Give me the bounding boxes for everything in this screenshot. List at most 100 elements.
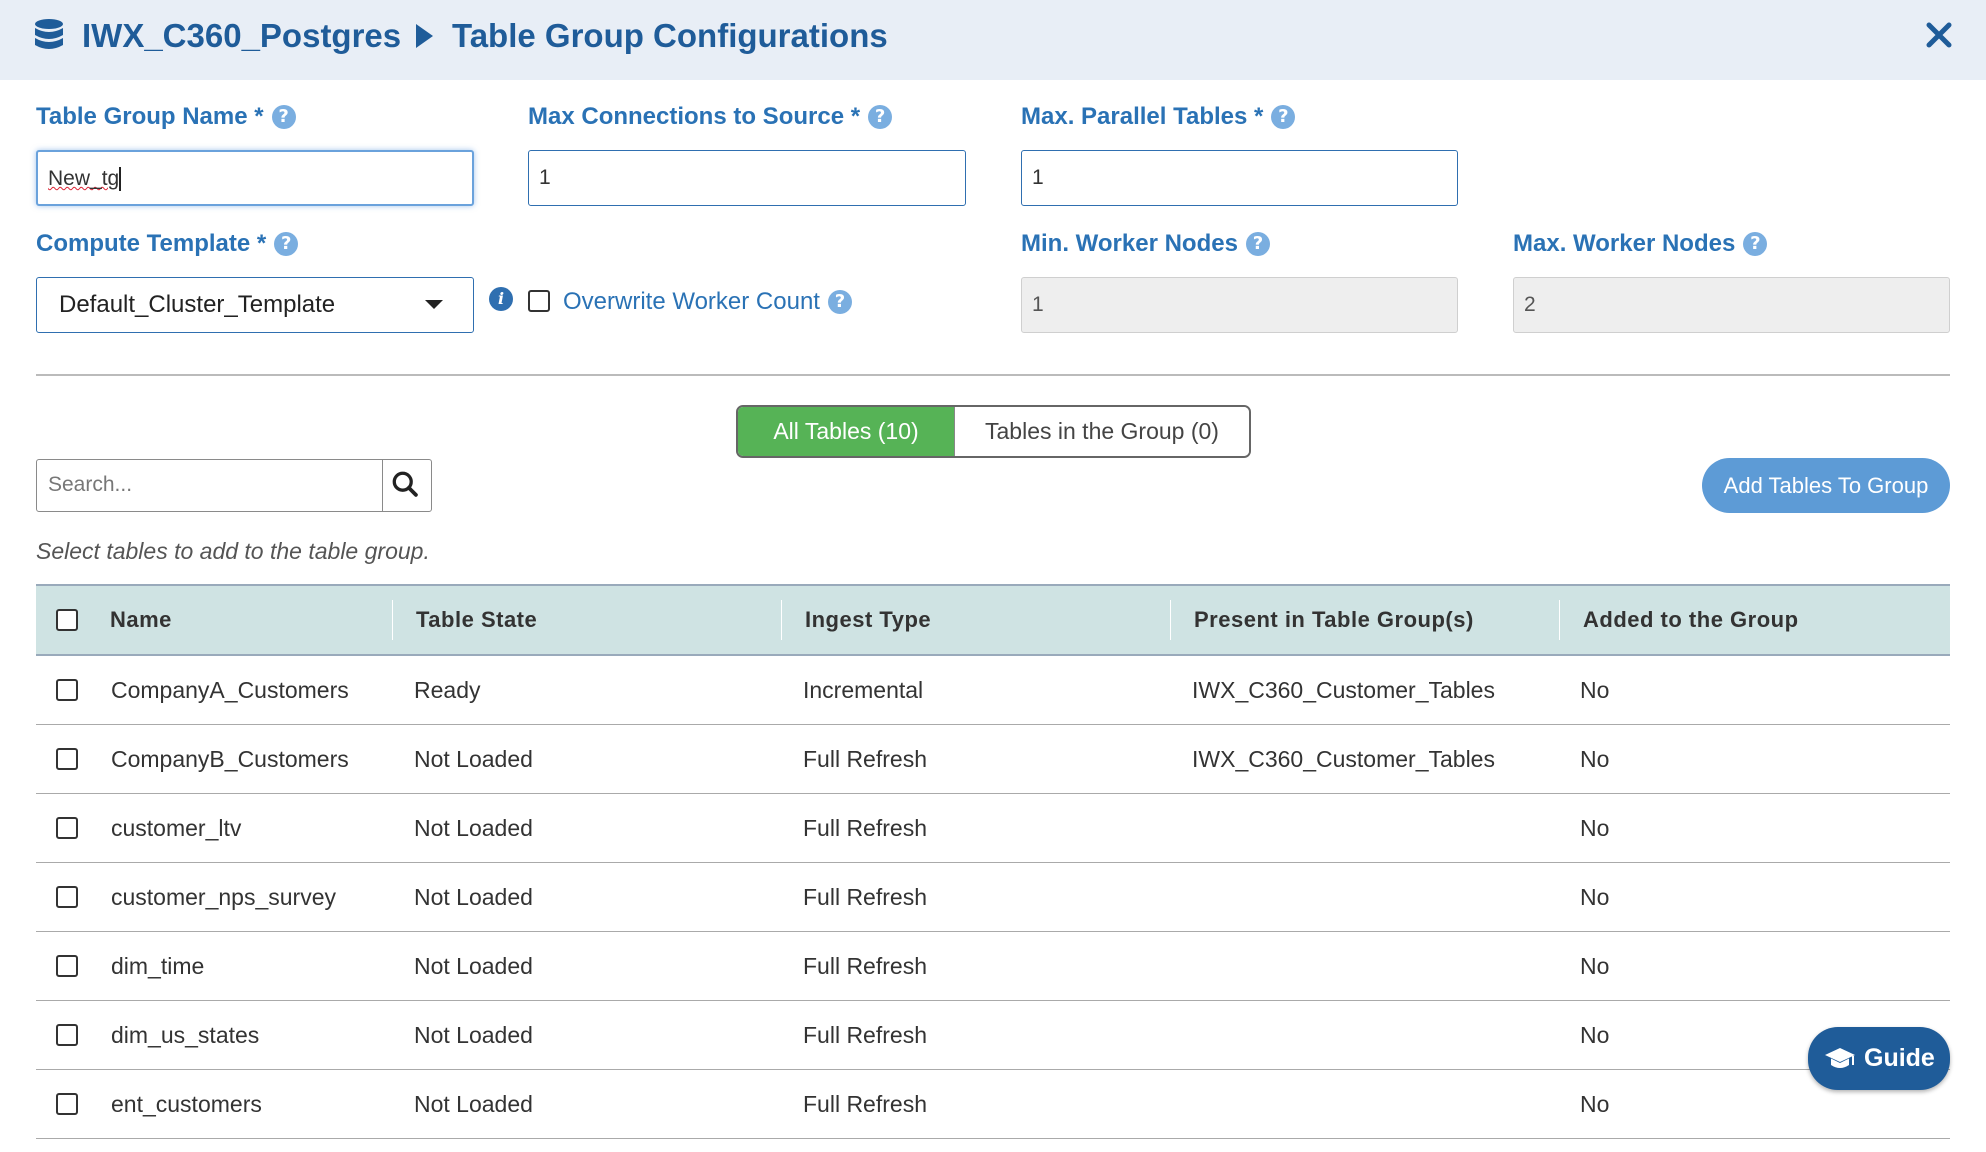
overwrite-worker-count-checkbox[interactable] [528, 290, 550, 312]
question-circle-icon[interactable]: ? [271, 105, 296, 129]
breadcrumb-app-name[interactable]: IWX_C360_Postgres [82, 14, 401, 58]
table-group-name-value: New_tg [48, 167, 120, 190]
table-row[interactable]: dim_time Not Loaded Full Refresh No [36, 932, 1950, 1001]
overwrite-worker-count-label[interactable]: Overwrite Worker Count ? [563, 287, 852, 317]
max-worker-nodes-label: Max. Worker Nodes ? [1513, 229, 1768, 259]
row-checkbox[interactable] [56, 817, 78, 839]
table-group-name-label-text: Table Group Name * [36, 103, 264, 130]
table-group-name-input[interactable]: New_tg [36, 150, 474, 206]
row-checkbox[interactable] [56, 955, 78, 977]
max-parallel-tables-input[interactable]: 1 [1021, 150, 1458, 206]
row-added-to-group: No [1580, 1022, 1610, 1048]
column-header-added-to-group[interactable]: Added to the Group [1583, 586, 1799, 654]
row-name: CompanyA_Customers [111, 677, 349, 703]
row-name: dim_us_states [111, 1022, 260, 1048]
row-present-in-groups: IWX_C360_Customer_Tables [1192, 677, 1495, 703]
row-table-state: Not Loaded [414, 1091, 533, 1117]
row-added-to-group: No [1580, 1091, 1610, 1117]
row-ingest-type: Full Refresh [803, 746, 927, 772]
row-name: ent_customers [111, 1091, 262, 1117]
max-parallel-tables-label-text: Max. Parallel Tables * [1021, 103, 1264, 130]
info-circle-icon[interactable]: i [489, 287, 513, 311]
close-icon[interactable] [1922, 18, 1956, 52]
caret-down-icon [425, 300, 443, 309]
row-ingest-type: Incremental [803, 677, 924, 703]
table-row[interactable]: CompanyB_Customers Not Loaded Full Refre… [36, 725, 1950, 794]
row-checkbox[interactable] [56, 1024, 78, 1046]
row-ingest-type: Full Refresh [803, 1091, 927, 1117]
table-row[interactable]: customer_ltv Not Loaded Full Refresh No [36, 794, 1950, 863]
max-connections-input[interactable]: 1 [528, 150, 966, 206]
row-table-state: Not Loaded [414, 953, 533, 979]
compute-template-select[interactable]: Default_Cluster_Template [36, 277, 474, 333]
row-checkbox[interactable] [56, 1093, 78, 1115]
column-header-present-in-groups[interactable]: Present in Table Group(s) [1194, 586, 1474, 654]
row-added-to-group: No [1580, 677, 1610, 703]
row-table-state: Ready [414, 677, 481, 703]
column-separator [1170, 600, 1171, 640]
row-table-state: Not Loaded [414, 746, 533, 772]
max-parallel-tables-label: Max. Parallel Tables * ? [1021, 102, 1296, 132]
table-header: Name Table State Ingest Type Present in … [36, 584, 1950, 656]
row-ingest-type: Full Refresh [803, 884, 927, 910]
question-circle-icon[interactable]: ? [1245, 232, 1270, 256]
column-separator [392, 600, 393, 640]
add-tables-to-group-button[interactable]: Add Tables To Group [1702, 458, 1950, 513]
column-separator [781, 600, 782, 640]
min-worker-nodes-label: Min. Worker Nodes ? [1021, 229, 1270, 259]
question-circle-icon[interactable]: ? [827, 290, 852, 314]
column-separator [1559, 600, 1560, 640]
table-filter-tabs: All Tables (10) Tables in the Group (0) [736, 405, 1251, 458]
overwrite-worker-count-text: Overwrite Worker Count [563, 288, 820, 315]
question-circle-icon[interactable]: ? [868, 105, 893, 129]
row-added-to-group: No [1580, 884, 1610, 910]
max-connections-label-text: Max Connections to Source * [528, 103, 861, 130]
table-row[interactable]: ent_customers Not Loaded Full Refresh No [36, 1070, 1950, 1139]
row-added-to-group: No [1580, 953, 1610, 979]
column-header-table-state[interactable]: Table State [416, 586, 537, 654]
row-present-in-groups: IWX_C360_Customer_Tables [1192, 746, 1495, 772]
search-input[interactable]: Search... [36, 459, 383, 512]
modal-header: IWX_C360_Postgres Table Group Configurat… [0, 0, 1986, 80]
table-row[interactable]: dim_us_states Not Loaded Full Refresh No [36, 1001, 1950, 1070]
row-table-state: Not Loaded [414, 815, 533, 841]
min-worker-nodes-label-text: Min. Worker Nodes [1021, 230, 1238, 257]
database-icon [35, 19, 63, 49]
search-button[interactable] [382, 459, 432, 512]
row-added-to-group: No [1580, 746, 1610, 772]
hint-text: Select tables to add to the table group. [36, 538, 430, 564]
guide-button[interactable]: Guide [1808, 1027, 1950, 1090]
column-header-name[interactable]: Name [110, 586, 172, 654]
column-header-ingest-type[interactable]: Ingest Type [805, 586, 931, 654]
compute-template-label-text: Compute Template * [36, 230, 267, 257]
guide-label: Guide [1864, 1044, 1935, 1072]
search-icon [392, 471, 418, 497]
row-table-state: Not Loaded [414, 1022, 533, 1048]
row-name: customer_ltv [111, 815, 242, 841]
select-all-checkbox[interactable] [56, 609, 78, 631]
tab-all-tables[interactable]: All Tables (10) [738, 407, 954, 456]
table-group-name-label: Table Group Name * ? [36, 102, 296, 132]
text-caret [119, 167, 121, 192]
graduation-cap-icon [1825, 1048, 1855, 1068]
max-worker-nodes-input: 2 [1513, 277, 1950, 333]
min-worker-nodes-input: 1 [1021, 277, 1458, 333]
question-circle-icon[interactable]: ? [1743, 232, 1768, 256]
row-name: dim_time [111, 953, 205, 979]
row-table-state: Not Loaded [414, 884, 533, 910]
question-circle-icon[interactable]: ? [1271, 105, 1296, 129]
compute-template-label: Compute Template * ? [36, 229, 299, 259]
section-divider [36, 374, 1950, 376]
row-checkbox[interactable] [56, 886, 78, 908]
tables-table: Name Table State Ingest Type Present in … [36, 584, 1950, 1139]
breadcrumb-arrow-icon [416, 24, 433, 48]
table-row[interactable]: CompanyA_Customers Ready Incremental IWX… [36, 656, 1950, 725]
row-checkbox[interactable] [56, 748, 78, 770]
question-circle-icon[interactable]: ? [274, 232, 299, 256]
table-row[interactable]: customer_nps_survey Not Loaded Full Refr… [36, 863, 1950, 932]
row-name: customer_nps_survey [111, 884, 336, 910]
row-name: CompanyB_Customers [111, 746, 349, 772]
tab-tables-in-group[interactable]: Tables in the Group (0) [954, 407, 1249, 456]
row-checkbox[interactable] [56, 679, 78, 701]
row-ingest-type: Full Refresh [803, 815, 927, 841]
